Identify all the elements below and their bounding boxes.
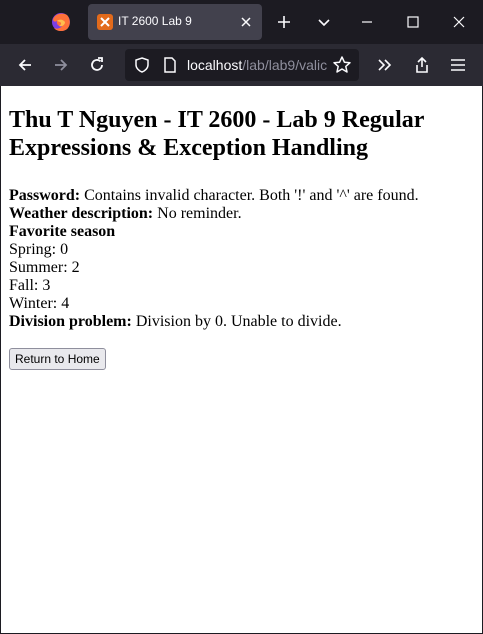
- minimize-icon[interactable]: [358, 13, 376, 31]
- division-result: Division problem: Division by 0. Unable …: [9, 313, 474, 331]
- division-label: Division problem:: [9, 313, 132, 330]
- return-home-button[interactable]: Return to Home: [9, 348, 106, 370]
- url-host: localhost: [187, 57, 243, 73]
- weather-label: Weather description:: [9, 205, 154, 222]
- new-tab-icon[interactable]: [275, 13, 293, 31]
- hamburger-menu-icon[interactable]: [448, 55, 468, 75]
- chevron-down-icon[interactable]: [315, 13, 333, 31]
- season-heading: Favorite season: [9, 223, 116, 240]
- share-icon[interactable]: [412, 55, 432, 75]
- tab-it2600-lab9[interactable]: IT 2600 Lab 9: [88, 4, 262, 40]
- weather-value: No reminder.: [157, 205, 242, 222]
- tab-strip: IT 2600 Lab 9: [0, 0, 483, 44]
- url-path: /lab/lab9/valic: [242, 57, 328, 73]
- reload-icon[interactable]: [87, 55, 107, 75]
- weather-result: Weather description: No reminder.: [9, 205, 474, 223]
- star-bookmark-icon[interactable]: [332, 55, 352, 75]
- season-winter: Winter: 4: [9, 295, 70, 312]
- extensions-overflow-icon[interactable]: [375, 55, 395, 75]
- close-window-icon[interactable]: [450, 13, 468, 31]
- forward-arrow-icon[interactable]: [51, 55, 71, 75]
- navigation-bar: localhost/lab/lab9/valic: [0, 44, 483, 86]
- shield-icon[interactable]: [133, 56, 151, 74]
- tab-title: IT 2600 Lab 9: [118, 14, 192, 28]
- season-summer: Summer: 2: [9, 259, 80, 276]
- season-spring: Spring: 0: [9, 241, 69, 258]
- division-value: Division by 0. Unable to divide.: [135, 313, 342, 330]
- firefox-icon[interactable]: [50, 11, 72, 33]
- maximize-icon[interactable]: [404, 13, 422, 31]
- page-content: Thu T Nguyen - IT 2600 - Lab 9 Regular E…: [1, 86, 482, 633]
- password-label: Password:: [9, 187, 81, 204]
- back-arrow-icon[interactable]: [15, 55, 35, 75]
- page-title: Thu T Nguyen - IT 2600 - Lab 9 Regular E…: [9, 107, 424, 161]
- close-tab-icon[interactable]: [239, 15, 253, 29]
- page-icon[interactable]: [161, 56, 179, 74]
- address-bar[interactable]: localhost/lab/lab9/valic: [125, 49, 359, 81]
- xampp-favicon-icon: [97, 14, 113, 30]
- season-fall: Fall: 3: [9, 277, 51, 294]
- password-result: Password: Contains invalid character. Bo…: [9, 187, 474, 205]
- password-value: Contains invalid character. Both '!' and…: [84, 187, 419, 204]
- url-text[interactable]: localhost/lab/lab9/valic: [187, 57, 327, 73]
